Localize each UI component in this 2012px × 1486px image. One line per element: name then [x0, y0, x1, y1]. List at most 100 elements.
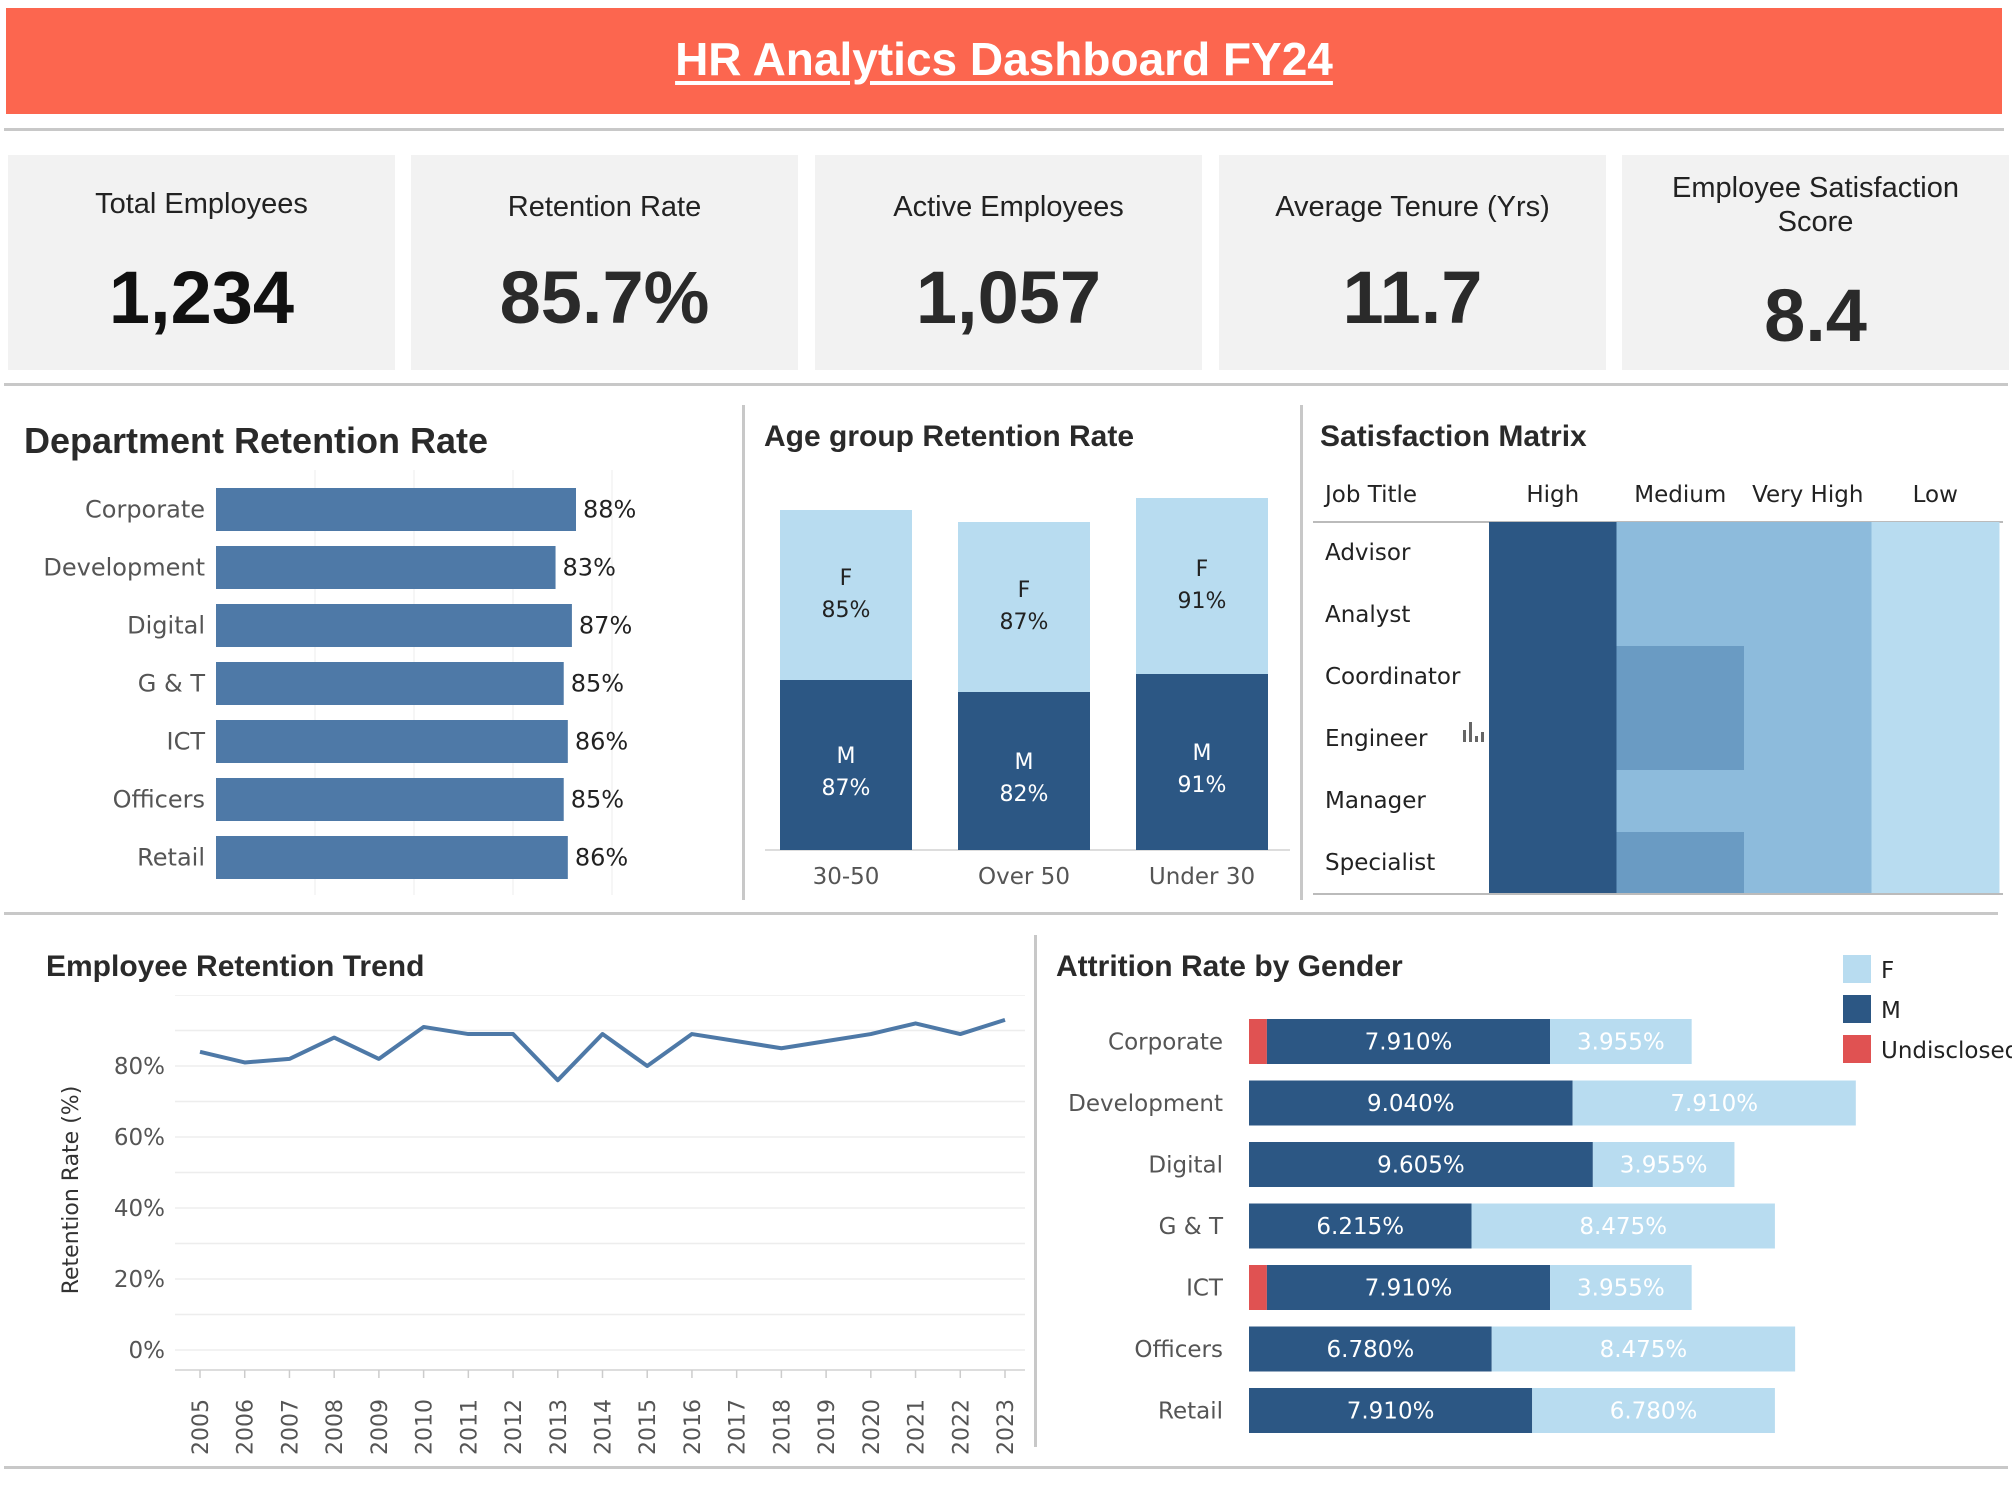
column-header: Low	[1913, 482, 1958, 508]
x-tick-label: 2011	[457, 1399, 482, 1455]
legend-swatch	[1843, 1035, 1871, 1063]
category-label: Retail	[137, 844, 205, 872]
heatmap-cell	[1871, 832, 2000, 895]
legend-swatch	[1843, 995, 1871, 1023]
data-label: 7.910%	[1365, 1276, 1453, 1302]
heatmap-cell	[1489, 522, 1617, 585]
series-line	[199, 1017, 1006, 1083]
chart-glyph-icon	[1469, 722, 1472, 742]
data-label: 87%	[579, 612, 632, 640]
legend-label: Undisclosed	[1881, 1038, 2012, 1064]
heatmap-cell	[1871, 770, 2000, 833]
legend-label: F	[1881, 958, 1894, 984]
header-banner: HR Analytics Dashboard FY24	[6, 8, 2002, 114]
satisfaction-matrix-chart: Job Title High Medium Very High Low Advisor An…	[1313, 482, 2003, 895]
data-label: 88%	[583, 496, 636, 524]
column-header: Medium	[1634, 482, 1726, 508]
heatmap-cell	[1744, 522, 1872, 585]
x-tick-label: 2015	[636, 1399, 661, 1455]
age-group-retention-chart: M 87% F 85% 30-50 M 82% F 87% Over 50 M 91% F 91% Unde…	[765, 498, 1290, 890]
legend-swatch	[1843, 955, 1871, 983]
category-label: Development	[1068, 1091, 1223, 1117]
category-label: Corporate	[1108, 1030, 1223, 1056]
heatmap-cell	[1489, 708, 1617, 771]
row-label: Advisor	[1325, 540, 1411, 566]
kpi-card-total-employees: Total Employees 1,234	[8, 155, 395, 370]
heatmap-cell	[1616, 832, 1745, 895]
row-label: Specialist	[1325, 850, 1435, 876]
x-tick-label: 2014	[592, 1399, 617, 1455]
bar	[216, 546, 556, 589]
x-tick-label: 2010	[413, 1399, 438, 1455]
heatmap-cell	[1871, 522, 2000, 585]
heatmap-cell	[1489, 832, 1617, 895]
x-tick-label: 2013	[547, 1399, 572, 1455]
divider	[4, 912, 1998, 915]
data-label: 9.040%	[1367, 1091, 1455, 1117]
data-label: 86%	[575, 728, 628, 756]
heatmap-cell	[1489, 770, 1617, 833]
heatmap-cell	[1616, 770, 1745, 833]
category-label: G & T	[1159, 1214, 1224, 1240]
bar	[216, 720, 568, 763]
x-tick-label: 2019	[815, 1399, 840, 1455]
divider	[4, 383, 2008, 386]
y-tick-label: 60%	[114, 1125, 165, 1151]
heatmap-cell	[1744, 708, 1872, 771]
retention-trend-title: Employee Retention Trend	[46, 950, 425, 983]
row-label: Engineer	[1325, 726, 1428, 752]
series-label: F	[1018, 578, 1031, 603]
bar-segment-f	[780, 510, 912, 680]
series-label: M	[1015, 750, 1034, 775]
heatmap-cell	[1744, 770, 1872, 833]
chart-glyph-icon	[1475, 736, 1478, 742]
series-label: F	[840, 566, 853, 591]
bar	[216, 662, 564, 705]
x-tick-label: 2020	[860, 1399, 885, 1455]
department-retention-chart: Corporate 88% Development 83% Digital 87% G & …	[43, 470, 636, 895]
data-label: 3.955%	[1577, 1276, 1665, 1302]
x-tick-label: 2018	[770, 1399, 795, 1455]
y-tick-label: 80%	[114, 1054, 165, 1080]
x-tick-label: 2017	[726, 1399, 751, 1455]
bar	[216, 488, 576, 531]
column-header: Job Title	[1323, 482, 1417, 508]
heatmap-cell	[1489, 584, 1617, 647]
row-label: Manager	[1325, 788, 1426, 814]
data-label: 6.780%	[1327, 1337, 1415, 1363]
satisfaction-matrix-title: Satisfaction Matrix	[1320, 420, 1587, 453]
x-tick-label: 2016	[681, 1399, 706, 1455]
data-label: 91%	[1178, 773, 1227, 798]
dashboard-title: HR Analytics Dashboard FY24	[675, 33, 1333, 85]
kpi-card-active-employees: Active Employees 1,057	[815, 155, 1202, 370]
kpi-label: Average Tenure (Yrs)	[1275, 191, 1550, 223]
bar-segment-undisclosed	[1249, 1265, 1267, 1310]
data-label: 85%	[571, 670, 624, 698]
heatmap-cell	[1871, 646, 2000, 709]
data-label: 8.475%	[1600, 1337, 1688, 1363]
heatmap-cell	[1744, 832, 1872, 895]
data-label: 85%	[822, 598, 871, 623]
kpi-label: Employee Satisfaction Score	[1672, 172, 1959, 238]
bar-segment-f	[958, 522, 1090, 692]
category-label: Over 50	[978, 864, 1070, 890]
attrition-gender-chart: FM Undisclosed 7.910% 3.955% Corporate 9.040%…	[1068, 955, 2012, 1433]
chart-glyph-icon	[1463, 730, 1466, 742]
x-tick-label: 2008	[323, 1399, 348, 1455]
category-label: Digital	[1148, 1153, 1223, 1179]
category-label: Development	[43, 554, 205, 582]
x-tick-label: 2009	[368, 1399, 393, 1455]
column-header: High	[1526, 482, 1579, 508]
x-tick-label: 2006	[234, 1399, 259, 1455]
x-tick-label: 2022	[949, 1399, 974, 1455]
data-label: 6.780%	[1610, 1399, 1698, 1425]
x-tick-label: 2023	[994, 1399, 1019, 1455]
x-tick-label: 2007	[278, 1399, 303, 1455]
kpi-value: 85.7%	[499, 256, 710, 339]
age-group-retention-title: Age group Retention Rate	[764, 420, 1135, 453]
heatmap-cell	[1616, 522, 1745, 585]
data-label: 7.910%	[1670, 1091, 1758, 1117]
kpi-value: 1,234	[108, 256, 295, 339]
bar	[216, 836, 568, 879]
data-label: 87%	[1000, 610, 1049, 635]
